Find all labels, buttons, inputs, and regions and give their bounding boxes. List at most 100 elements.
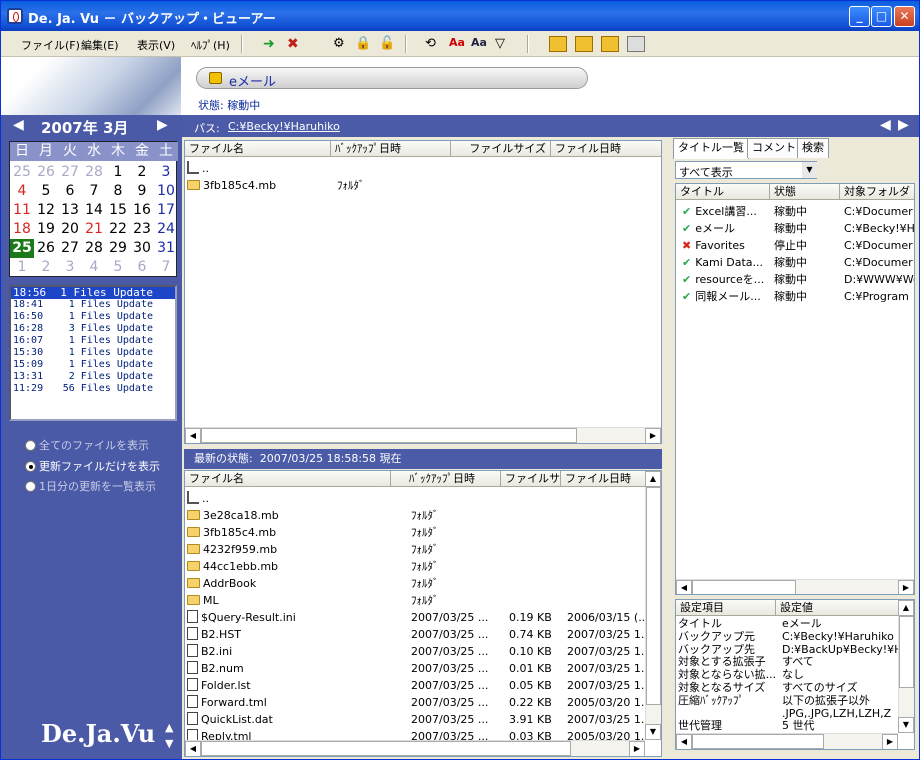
calendar-day[interactable]: 19 — [34, 220, 58, 239]
filter-icon[interactable]: ▽ — [495, 36, 513, 52]
menu-file[interactable]: ファイル(F) — [21, 37, 80, 53]
tab-title-list[interactable]: タイトル一覧 — [673, 138, 749, 159]
table-row[interactable]: .. — [187, 490, 209, 507]
calendar-day[interactable]: 23 — [130, 220, 154, 239]
restore-all-icon[interactable]: Aa — [449, 36, 467, 52]
scroll-left-icon[interactable]: ◀ — [676, 734, 692, 749]
menu-view[interactable]: 表示(V) — [137, 37, 175, 53]
calendar-day[interactable]: 11 — [10, 201, 34, 220]
calendar-day[interactable]: 16 — [130, 201, 154, 220]
calendar-day[interactable]: 30 — [130, 239, 154, 258]
close-button[interactable]: ✕ — [894, 6, 915, 27]
upper-hscrollbar[interactable]: ◀ ▶ — [185, 427, 661, 443]
scroll-up-icon[interactable]: ▲ — [898, 600, 914, 616]
path-forward-icon[interactable]: ▶ — [898, 117, 909, 133]
calendar-day[interactable]: 27 — [58, 163, 82, 182]
next-month-button[interactable]: ▶ — [157, 117, 168, 133]
calendar-day[interactable]: 25 — [10, 239, 34, 258]
lower-col-file-date[interactable]: ファイル日時 — [561, 471, 647, 487]
menu-help[interactable]: ﾍﾙﾌﾟ(H) — [191, 37, 230, 53]
calendar-day[interactable]: 8 — [106, 182, 130, 201]
table-row[interactable]: Folder.lst — [187, 677, 251, 694]
radio-show-day[interactable]: 1日分の更新を一覧表示 — [25, 478, 156, 494]
table-row[interactable]: 4232f959.mb — [187, 541, 277, 558]
calendar-day[interactable]: 26 — [34, 163, 58, 182]
settings-vscrollbar[interactable]: ▲ ▼ — [898, 600, 914, 733]
calendar-day[interactable]: 26 — [34, 239, 58, 258]
calendar-day[interactable]: 1 — [10, 258, 34, 277]
calendar-day[interactable]: 14 — [82, 201, 106, 220]
log-item[interactable]: 11:29 56 Files Update — [11, 383, 175, 395]
calendar-day[interactable]: 6 — [58, 182, 82, 201]
upper-col-backup-date[interactable]: ﾊﾞｯｸｱｯﾌﾟ日時 — [331, 141, 451, 157]
calendar-day[interactable]: 4 — [82, 258, 106, 277]
log-item[interactable]: 18:41 1 Files Update — [11, 299, 175, 311]
calendar-day[interactable]: 17 — [154, 201, 178, 220]
edit-backup-icon[interactable] — [601, 36, 619, 52]
radio-show-updated[interactable]: 更新ファイルだけを表示 — [25, 458, 160, 474]
table-row[interactable]: B2.HST — [187, 626, 241, 643]
calendar-day[interactable]: 31 — [154, 239, 178, 258]
calendar-day[interactable]: 29 — [106, 239, 130, 258]
col-status[interactable]: 状態 — [770, 184, 840, 200]
calendar-day[interactable]: 27 — [58, 239, 82, 258]
maximize-button[interactable]: □ — [871, 6, 892, 27]
table-row[interactable]: $Query-Result.ini — [187, 609, 296, 626]
tab-search[interactable]: 検索 — [797, 138, 829, 158]
col-setting-value[interactable]: 設定値 — [776, 600, 900, 616]
calendar-day[interactable]: 6 — [130, 258, 154, 277]
path-back-icon[interactable]: ◀ — [880, 117, 891, 133]
unlock-icon[interactable]: 🔓 — [379, 36, 397, 52]
calendar-day[interactable]: 3 — [58, 258, 82, 277]
scroll-right-icon[interactable]: ▶ — [629, 741, 645, 756]
calendar-day[interactable]: 28 — [82, 239, 106, 258]
backup-stop-icon[interactable]: ✖ — [287, 36, 305, 52]
minimize-button[interactable]: _ — [849, 6, 870, 27]
backup-run-icon[interactable]: ➜ — [263, 36, 281, 52]
scroll-down-icon[interactable]: ▼ — [645, 724, 661, 740]
table-row[interactable]: QuickList.dat — [187, 711, 273, 728]
scroll-right-icon[interactable]: ▶ — [645, 428, 661, 443]
table-row[interactable]: 44cc1ebb.mb — [187, 558, 278, 575]
col-title[interactable]: タイトル — [676, 184, 770, 200]
table-row[interactable]: 3e28ca18.mb — [187, 507, 279, 524]
delete-backup-icon[interactable] — [575, 36, 593, 52]
title-row[interactable]: ✔ Kami Data... — [682, 254, 763, 271]
log-item[interactable]: 15:09 1 Files Update — [11, 359, 175, 371]
calendar-day[interactable]: 9 — [130, 182, 154, 201]
col-setting-key[interactable]: 設定項目 — [676, 600, 776, 616]
menu-edit[interactable]: 編集(E) — [81, 37, 119, 53]
calendar-day[interactable]: 15 — [106, 201, 130, 220]
lower-vscrollbar[interactable]: ▲ ▼ — [645, 471, 661, 740]
filter-select[interactable]: すべて表示 ▼ — [675, 161, 817, 179]
table-row[interactable]: ML — [187, 592, 219, 609]
col-folder[interactable]: 対象フォルダ — [840, 184, 914, 200]
calendar-day[interactable]: 4 — [10, 182, 34, 201]
calendar-day[interactable]: 22 — [106, 220, 130, 239]
table-row[interactable]: Forward.tml — [187, 694, 267, 711]
title-row[interactable]: ✔ eメール — [682, 220, 735, 237]
new-backup-icon[interactable] — [549, 36, 567, 52]
settings-hscrollbar[interactable]: ◀ ▶ — [676, 733, 898, 749]
title-bar[interactable]: De. Ja. Vu － バックアップ・ビューアー _ □ ✕ — [1, 1, 919, 31]
upper-col-file-date[interactable]: ファイル日時 — [551, 141, 661, 157]
calendar-day[interactable]: 13 — [58, 201, 82, 220]
title-row[interactable]: ✔ 同報メール... — [682, 288, 761, 305]
calendar-day[interactable]: 2 — [34, 258, 58, 277]
upper-col-size[interactable]: ファイルサイズ — [451, 141, 551, 157]
calendar-day[interactable]: 7 — [154, 258, 178, 277]
scroll-left-icon[interactable]: ◀ — [185, 428, 201, 443]
lock-icon[interactable]: 🔒 — [355, 36, 373, 52]
scroll-right-icon[interactable]: ▶ — [882, 734, 898, 749]
upper-col-name[interactable]: ファイル名 — [185, 141, 331, 157]
scroll-right-icon[interactable]: ▶ — [898, 580, 914, 594]
print-icon[interactable] — [627, 36, 645, 52]
chevron-down-icon[interactable]: ▼ — [802, 162, 817, 178]
table-row[interactable]: AddrBook — [187, 575, 256, 592]
lower-col-size[interactable]: ファイルサ... — [501, 471, 561, 487]
scroll-down-icon[interactable]: ▼ — [165, 737, 173, 750]
calendar-day[interactable]: 7 — [82, 182, 106, 201]
title-row[interactable]: ✔ Excel講習... — [682, 203, 757, 220]
table-row[interactable]: B2.num — [187, 660, 244, 677]
calendar-day[interactable]: 5 — [106, 258, 130, 277]
